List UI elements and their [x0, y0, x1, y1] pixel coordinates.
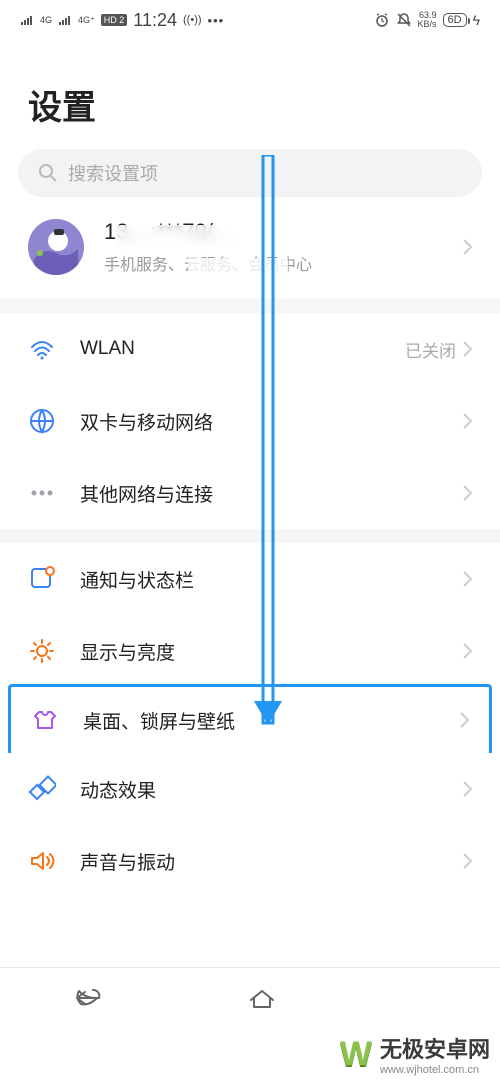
more-icon: •••	[208, 13, 225, 28]
row-label: WLAN	[80, 338, 405, 360]
row-sim[interactable]: 双卡与移动网络	[0, 385, 500, 457]
signal-4g-1	[20, 14, 34, 26]
row-sound[interactable]: 声音与振动	[0, 825, 500, 897]
row-label: 声音与振动	[80, 848, 462, 875]
row-label: 其他网络与连接	[80, 480, 462, 507]
dots-icon	[28, 479, 56, 507]
nav-back[interactable]	[71, 986, 105, 1010]
net-label-1: 4G	[40, 15, 52, 25]
privacy-blur	[115, 225, 295, 253]
row-label: 双卡与移动网络	[80, 408, 462, 435]
chevron-right-icon	[459, 711, 469, 729]
chevron-right-icon	[462, 642, 472, 660]
brightness-icon	[28, 637, 56, 665]
search-icon	[38, 163, 58, 183]
chevron-right-icon	[462, 780, 472, 798]
page-title: 设置	[0, 40, 500, 149]
alarm-icon	[374, 12, 390, 28]
watermark-url: www.wjhotel.com.cn	[380, 1064, 490, 1076]
hotspot-icon: ((•))	[183, 14, 202, 26]
net-speed: 63.9KB/s	[418, 11, 437, 29]
row-label: 通知与状态栏	[80, 566, 462, 593]
chevron-right-icon	[462, 570, 472, 588]
bell-off-icon	[396, 12, 412, 28]
chevron-right-icon	[462, 340, 472, 358]
row-display[interactable]: 显示与亮度	[0, 615, 500, 687]
row-notifications[interactable]: 通知与状态栏	[0, 543, 500, 615]
signal-4g-2	[58, 14, 72, 26]
avatar	[28, 219, 84, 275]
nav-bar: ○	[0, 968, 500, 1028]
clock: 11:24	[133, 10, 177, 31]
row-label: 显示与亮度	[80, 638, 462, 665]
chevron-right-icon	[462, 238, 472, 256]
search-placeholder: 搜索设置项	[68, 160, 158, 186]
globe-icon	[28, 407, 56, 435]
row-wallpaper[interactable]: 桌面、锁屏与壁纸	[8, 684, 492, 756]
row-label: 动态效果	[80, 776, 462, 803]
watermark: W 无极安卓网 www.wjhotel.com.cn	[340, 1032, 490, 1076]
motion-icon	[28, 775, 56, 803]
wifi-icon	[28, 335, 56, 363]
status-bar: 4G 4G⁺ HD 2 11:24 ((•)) ••• 63.9KB/s 6D …	[0, 0, 500, 40]
row-other-net[interactable]: 其他网络与连接	[0, 457, 500, 529]
row-wlan[interactable]: WLAN 已关闭	[0, 313, 500, 385]
chevron-right-icon	[462, 852, 472, 870]
chevron-right-icon	[462, 484, 472, 502]
watermark-logo: W	[340, 1035, 372, 1074]
net-label-2: 4G⁺	[78, 15, 95, 26]
battery-icon: 6D	[443, 13, 467, 27]
hd-badge: HD 2	[101, 14, 128, 26]
sound-icon	[28, 847, 56, 875]
charging-icon: ϟ	[473, 12, 480, 28]
row-motion[interactable]: 动态效果	[0, 753, 500, 825]
notification-icon	[28, 565, 56, 593]
row-value: 已关闭	[405, 337, 456, 362]
watermark-brand: 无极安卓网	[380, 1032, 490, 1064]
chevron-right-icon	[462, 412, 472, 430]
search-input[interactable]: 搜索设置项	[18, 149, 482, 197]
nav-home[interactable]	[247, 986, 277, 1010]
privacy-blur-2	[188, 258, 288, 280]
row-label: 桌面、锁屏与壁纸	[83, 707, 459, 734]
shirt-icon	[31, 706, 59, 734]
